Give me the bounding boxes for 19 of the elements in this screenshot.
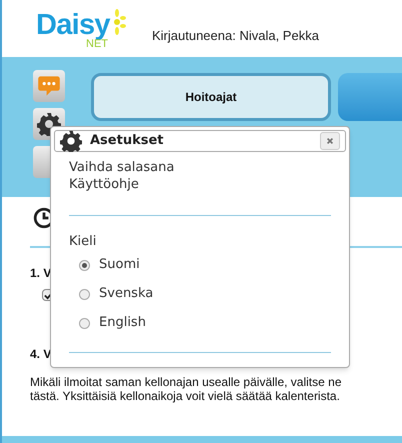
radio-button[interactable] [79,260,90,270]
close-icon [326,137,334,145]
help-text: Mikäli ilmoitat saman kellonajan usealle päivälle, valitse ne tästä. Yksittäisiä kellonaikoja voit vielä säätää kalenterista. [30,375,342,403]
language-radio[interactable]: Svenska [79,286,331,302]
logo: Daisy NET [36,7,142,51]
language-radio[interactable]: Suomi [79,256,331,274]
tab[interactable] [338,73,402,121]
menu-link[interactable]: Vaihda salasana [69,159,174,176]
radio-button[interactable] [79,288,90,300]
dialog-title: Asetukset [90,132,164,150]
menu-link[interactable]: Käyttöohje [69,176,139,193]
language-label: Kieli [69,233,98,251]
close-button[interactable] [320,132,340,150]
tab[interactable]: Hoitoajat [91,73,331,121]
chat-icon[interactable] [33,70,65,102]
gear-icon [60,130,82,152]
logged-in-text: Kirjautuneena: Nivala, Pekka [152,26,319,45]
language-radio[interactable]: English [79,314,331,332]
radio-button[interactable] [79,318,90,328]
